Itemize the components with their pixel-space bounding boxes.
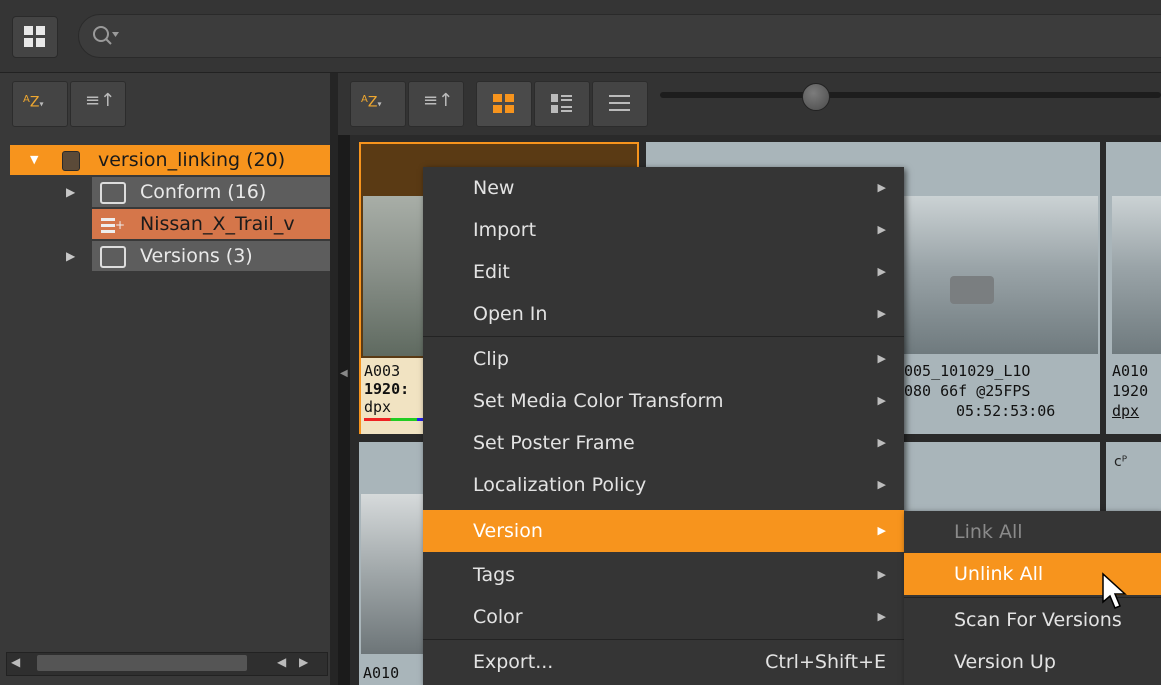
scroll-left-icon[interactable]: ◀ [277, 655, 286, 669]
clip-resolution: 080 66f @25FPS [904, 382, 1031, 400]
submenu-arrow-icon: ▶ [877, 352, 886, 365]
clip-resolution: 1920 [1112, 382, 1149, 400]
sort-az-icon: AZ▾ [23, 94, 44, 111]
clip-timecode: 05:52:53:06 [956, 402, 1056, 420]
menu-item-localization-policy[interactable]: Localization Policy ▶ [423, 464, 904, 506]
submenu-item-version-up[interactable]: Version Up [904, 641, 1161, 683]
project-icon [62, 151, 80, 171]
folder-icon [100, 182, 126, 204]
menu-separator [423, 639, 904, 640]
submenu-arrow-icon: ▶ [877, 307, 886, 320]
clip-resolution: 1920: [364, 380, 410, 398]
scrollbar-thumb[interactable] [37, 655, 247, 671]
list-detail-view-icon [551, 94, 572, 113]
tree-item-sequence[interactable]: + Nissan_X_Trail_v [92, 209, 330, 239]
horizontal-scrollbar[interactable]: ◀ ◀ ▶ [6, 652, 328, 676]
sort-az-icon: AZ▾ [361, 94, 382, 111]
panel-splitter[interactable] [330, 73, 338, 685]
top-toolbar [0, 0, 1161, 73]
tree-item-label: Conform (16) [140, 181, 267, 203]
clip-name: A010 [363, 664, 400, 682]
tree-item-label: Nissan_X_Trail_v [140, 213, 295, 235]
menu-item-set-media-color-transform[interactable]: Set Media Color Transform ▶ [423, 380, 904, 422]
clip-tile[interactable]: A010 1920 dpx [1106, 142, 1161, 434]
submenu-arrow-icon: ▶ [877, 394, 886, 407]
tree-item-label: Versions (3) [140, 245, 253, 267]
car-shape [950, 276, 994, 304]
menu-separator [423, 336, 904, 337]
submenu-arrow-icon: ▶ [877, 265, 886, 278]
clip-thumbnail [1112, 196, 1161, 354]
clip-name: 005_101029_L1O [904, 362, 1031, 380]
scroll-left-icon[interactable]: ◀ [11, 655, 20, 669]
sort-order-icon: ≡↑ [423, 90, 454, 111]
search-field[interactable] [78, 14, 1161, 58]
slider-knob[interactable] [802, 83, 830, 111]
menu-item-open-in[interactable]: Open In ▶ [423, 293, 904, 335]
thumbnail-view-button[interactable] [476, 81, 532, 127]
thumbnail-size-slider[interactable] [660, 92, 1161, 98]
menu-item-color[interactable]: Color ▶ [423, 596, 904, 638]
submenu-arrow-icon: ▶ [877, 610, 886, 623]
submenu-arrow-icon: ▶ [877, 436, 886, 449]
clip-format: dpx [364, 398, 392, 416]
menu-item-set-poster-frame[interactable]: Set Poster Frame ▶ [423, 422, 904, 464]
submenu-arrow-icon: ▶ [877, 568, 886, 581]
expand-arrow-icon[interactable]: ▶ [66, 177, 75, 207]
sort-order-button[interactable]: ≡↑ [408, 81, 464, 127]
menu-item-clip[interactable]: Clip ▶ [423, 338, 904, 380]
tree-root-project[interactable]: ▼ version_linking (20) [10, 145, 330, 175]
submenu-item-link-all[interactable]: Link All [904, 511, 1161, 553]
menu-item-tags[interactable]: Tags ▶ [423, 554, 904, 596]
search-icon [93, 26, 119, 45]
thumbnail-view-icon [493, 94, 514, 113]
tree-root-label: version_linking (20) [98, 149, 286, 171]
folder-icon [100, 246, 126, 268]
submenu-arrow-icon: ▶ [877, 478, 886, 491]
submenu-arrow-icon: ▶ [877, 181, 886, 194]
tree-item-versions[interactable]: ▶ Versions (3) [66, 241, 330, 271]
expand-arrow-icon[interactable]: ▶ [66, 241, 75, 271]
layout-toggle-button[interactable] [12, 16, 58, 58]
grid-icon [24, 26, 46, 48]
svg-text:+: + [115, 218, 124, 232]
scroll-right-icon[interactable]: ▶ [299, 655, 308, 669]
expand-arrow-icon[interactable]: ▼ [30, 145, 38, 175]
list-view-icon [609, 95, 630, 111]
list-view-button[interactable] [592, 81, 648, 127]
menu-item-edit[interactable]: Edit ▶ [423, 251, 904, 293]
tree-item-conform[interactable]: ▶ Conform (16) [66, 177, 330, 207]
clip-name: A010 [1112, 362, 1149, 380]
menu-item-import[interactable]: Import ▶ [423, 209, 904, 251]
list-detail-view-button[interactable] [534, 81, 590, 127]
project-tree-panel: AZ▾ ≡↑ ▼ version_linking (20) ▶ Conform … [0, 73, 330, 685]
menu-item-version[interactable]: Version ▶ [423, 510, 904, 552]
sort-order-icon: ≡↑ [85, 90, 116, 111]
clip-name: A003 [364, 362, 401, 380]
mouse-cursor-icon [1102, 572, 1127, 609]
shortcut-label: Ctrl+Shift+E [765, 651, 886, 673]
sort-order-button[interactable]: ≡↑ [70, 81, 126, 127]
sort-az-button[interactable]: AZ▾ [350, 81, 406, 127]
submenu-arrow-icon: ▶ [877, 223, 886, 236]
clip-thumbnail [902, 196, 1098, 354]
context-menu: New ▶ Import ▶ Edit ▶ Open In ▶ Clip ▶ Set Me… [423, 167, 904, 685]
collapse-arrow-icon[interactable]: ◀ [340, 368, 348, 379]
sequence-icon: + [100, 214, 125, 233]
menu-item-export[interactable]: Export... Ctrl+Shift+E [423, 641, 904, 683]
submenu-arrow-icon: ▶ [877, 524, 886, 537]
link-icon: cᴾ [1114, 454, 1128, 470]
sort-az-button[interactable]: AZ▾ [12, 81, 68, 127]
clip-format: dpx [1112, 402, 1140, 420]
menu-item-new[interactable]: New ▶ [423, 167, 904, 209]
